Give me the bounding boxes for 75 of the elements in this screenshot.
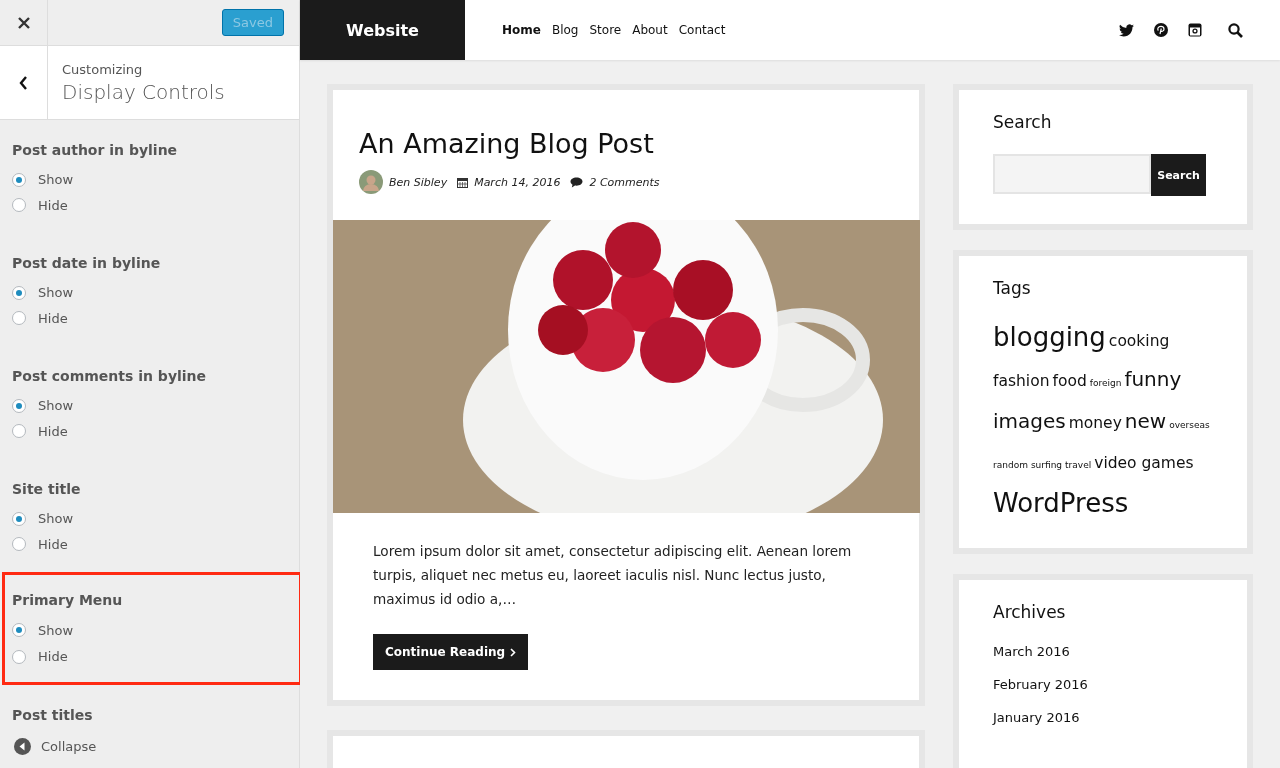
widget-title: Search <box>993 112 1053 132</box>
menu-link[interactable]: Home <box>502 23 541 37</box>
radio-button[interactable] <box>12 198 26 213</box>
post-title[interactable]: An Amazing Blog Post <box>359 128 919 159</box>
control-label: Site title <box>12 481 82 497</box>
radio-button[interactable] <box>12 623 26 638</box>
radio-label[interactable]: Show <box>38 511 74 527</box>
radio-label[interactable]: Hide <box>38 197 68 213</box>
tag-link[interactable]: surfing <box>1030 448 1063 482</box>
search-button[interactable]: Search <box>1151 154 1206 196</box>
control-label: Primary Menu <box>12 592 124 608</box>
camera-icon[interactable] <box>1188 23 1202 37</box>
tag-link[interactable]: WordPress <box>993 486 1129 520</box>
site-title[interactable]: Website <box>346 20 419 40</box>
radio-label[interactable]: Show <box>38 398 74 414</box>
post-date: March 14, 2016 <box>474 175 561 189</box>
menu-link[interactable]: Contact <box>678 23 726 37</box>
radio-button[interactable] <box>12 511 26 526</box>
post-excerpt: Lorem ipsum dolor sit amet, consectetur adipiscing elit. Aenean lorem turpis, aliquet nec metus eu, laoreet iaculis nisl. Nunc lectus justo, maximus id odio a,… <box>373 542 853 609</box>
tag-link[interactable]: random <box>993 448 1028 482</box>
tag-link[interactable]: overseas <box>1169 408 1210 442</box>
pin-circle-icon[interactable] <box>1154 23 1168 37</box>
control-label: Post author in byline <box>12 142 179 158</box>
radio-label[interactable]: Hide <box>38 310 68 326</box>
avatar-icon <box>359 170 383 194</box>
tag-link[interactable]: blogging <box>993 320 1106 354</box>
radio-label[interactable]: Show <box>38 172 74 188</box>
chevron-icon <box>510 647 517 657</box>
control-label: Post titles <box>12 707 94 723</box>
tag-link[interactable]: fashion <box>993 364 1050 398</box>
radio-label[interactable]: Hide <box>38 423 68 439</box>
radio-button[interactable] <box>12 424 26 439</box>
search-icon[interactable] <box>1228 22 1243 38</box>
tag-link[interactable]: new <box>1124 404 1167 438</box>
radio-label[interactable]: Show <box>38 285 74 301</box>
calendar-icon <box>457 176 469 188</box>
tag-link[interactable]: images <box>993 404 1066 438</box>
author-link[interactable]: Ben Sibley <box>389 175 448 189</box>
close-icon <box>17 16 30 29</box>
continue-reading-button[interactable]: Continue Reading <box>373 634 529 670</box>
bird-icon[interactable] <box>1119 23 1134 37</box>
widget-title: Archives <box>993 602 1067 622</box>
archive-link[interactable]: February 2016 <box>993 677 1213 692</box>
tag-link[interactable]: funny <box>1124 362 1182 396</box>
comments-link[interactable]: 2 Comments <box>589 175 660 189</box>
menu-link[interactable]: About <box>632 23 668 37</box>
tag-link[interactable]: money <box>1068 406 1122 440</box>
tag-link[interactable]: travel <box>1065 448 1092 482</box>
collapse-icon[interactable] <box>14 738 31 755</box>
radio-button[interactable] <box>12 649 26 664</box>
radio-button[interactable] <box>12 398 26 413</box>
radio-button[interactable] <box>12 311 26 326</box>
tag-link[interactable]: video games <box>1094 446 1194 480</box>
section-title: Display Controls <box>62 79 225 104</box>
control-label: Post date in byline <box>12 255 162 271</box>
site-title-bar[interactable]: Website <box>300 0 465 60</box>
radio-label[interactable]: Hide <box>38 649 68 665</box>
radio-label[interactable]: Hide <box>38 536 68 552</box>
control-label: Post comments in byline <box>12 368 208 384</box>
tag-link[interactable]: cooking <box>1108 324 1170 358</box>
radio-label[interactable]: Show <box>38 622 74 638</box>
menu-link[interactable]: Store <box>589 23 622 37</box>
archive-link[interactable]: March 2016 <box>993 644 1213 659</box>
menu-link[interactable]: Blog <box>551 23 579 37</box>
tag-link[interactable]: foreign <box>1089 366 1122 400</box>
collapse-link[interactable]: Collapse <box>41 739 97 754</box>
section-eyebrow: Customizing <box>62 61 144 77</box>
radio-button[interactable] <box>12 537 26 552</box>
archive-link[interactable]: January 2016 <box>993 710 1213 725</box>
tag-link[interactable]: food <box>1052 364 1087 398</box>
search-field[interactable] <box>993 154 1151 194</box>
radio-button[interactable] <box>12 285 26 300</box>
widget-title: Tags <box>993 278 1032 298</box>
radio-button[interactable] <box>12 172 26 187</box>
speech-bubble-icon <box>570 176 584 188</box>
